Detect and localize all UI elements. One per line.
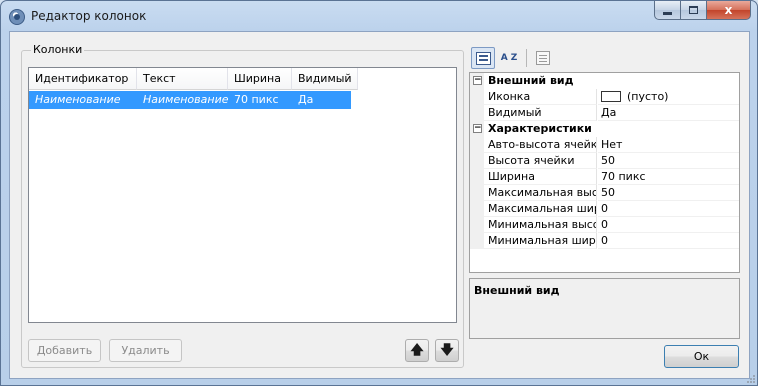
property-pages-button[interactable] bbox=[531, 47, 555, 69]
add-button[interactable]: Добавить bbox=[28, 339, 101, 362]
grid-margin bbox=[470, 105, 484, 121]
grid-margin bbox=[470, 217, 484, 233]
category-characteristics[interactable]: − Характеристики bbox=[470, 121, 739, 137]
ok-button[interactable]: Ок bbox=[664, 345, 739, 368]
property-name: Иконка bbox=[484, 89, 597, 105]
columns-list[interactable]: Идентификатор Текст Ширина Видимый Наиме… bbox=[28, 67, 457, 323]
grid-margin bbox=[470, 153, 484, 169]
column-header-width[interactable]: Ширина bbox=[228, 68, 292, 90]
property-row-max-height[interactable]: Максимальная высота 50 bbox=[470, 185, 739, 201]
arrow-up-icon: 🡅 bbox=[410, 343, 424, 358]
grid-margin bbox=[470, 137, 484, 153]
category-label: Характеристики bbox=[488, 122, 592, 135]
collapse-icon[interactable]: − bbox=[473, 124, 482, 133]
property-name: Авто-высота ячейки bbox=[484, 137, 597, 153]
property-name: Ширина bbox=[484, 169, 597, 185]
maximize-button[interactable] bbox=[681, 1, 707, 20]
grid-margin bbox=[470, 185, 484, 201]
app-icon bbox=[9, 9, 25, 25]
property-value[interactable]: Нет bbox=[598, 137, 739, 153]
property-value[interactable]: Да bbox=[598, 105, 739, 121]
property-grid-toolbar: A Z bbox=[469, 45, 749, 71]
cell-visible: Да bbox=[298, 93, 314, 106]
property-value[interactable]: 0 bbox=[598, 233, 739, 249]
cell-width: 70 пикс bbox=[234, 93, 279, 106]
property-row-auto-height[interactable]: Авто-высота ячейки Нет bbox=[470, 137, 739, 153]
grid-margin bbox=[470, 169, 484, 185]
property-row-cell-height[interactable]: Высота ячейки 50 bbox=[470, 153, 739, 169]
property-row-width[interactable]: Ширина 70 пикс bbox=[470, 169, 739, 185]
column-header-visible[interactable]: Видимый bbox=[292, 68, 358, 90]
window-title: Редактор колонок bbox=[31, 9, 147, 23]
property-value[interactable]: 50 bbox=[598, 153, 739, 169]
collapse-icon[interactable]: − bbox=[473, 76, 482, 85]
caption-buttons: x bbox=[654, 1, 751, 21]
property-value-text: (пусто) bbox=[627, 90, 669, 103]
list-header: Идентификатор Текст Ширина Видимый bbox=[29, 68, 358, 90]
property-help-panel: Внешний вид bbox=[469, 278, 740, 339]
move-up-button[interactable]: 🡅 bbox=[405, 339, 429, 362]
property-value[interactable]: (пусто) bbox=[598, 89, 739, 105]
move-down-button[interactable]: 🡇 bbox=[435, 339, 459, 362]
property-row-icon[interactable]: Иконка (пусто) bbox=[470, 89, 739, 105]
arrow-down-icon: 🡇 bbox=[440, 343, 454, 358]
minimize-button[interactable] bbox=[654, 1, 681, 20]
property-value[interactable]: 0 bbox=[598, 217, 739, 233]
category-label: Внешний вид bbox=[488, 74, 574, 87]
property-grid[interactable]: − Внешний вид Иконка (пусто) Видимый Да … bbox=[469, 72, 740, 273]
property-value[interactable]: 50 bbox=[598, 185, 739, 201]
categorized-button[interactable] bbox=[471, 47, 495, 69]
property-row-max-width[interactable]: Максимальная ширина 0 bbox=[470, 201, 739, 217]
close-button[interactable]: x bbox=[707, 1, 751, 20]
maximize-icon bbox=[689, 6, 698, 14]
column-header-text[interactable]: Текст bbox=[137, 68, 228, 90]
property-name: Максимальная высота bbox=[484, 185, 597, 201]
toolbar-separator bbox=[526, 49, 527, 67]
property-row-min-height[interactable]: Минимальная высота 0 bbox=[470, 217, 739, 233]
property-name: Высота ячейки bbox=[484, 153, 597, 169]
property-value[interactable]: 0 bbox=[598, 201, 739, 217]
property-name: Максимальная ширина bbox=[484, 201, 597, 217]
alphabetical-sort-icon: A Z bbox=[500, 52, 518, 63]
property-name: Минимальная высота bbox=[484, 217, 597, 233]
category-appearance[interactable]: − Внешний вид bbox=[470, 73, 739, 89]
columns-groupbox: Колонки Идентификатор Текст Ширина Видим… bbox=[21, 43, 464, 368]
property-name: Минимальная ширина bbox=[484, 233, 597, 249]
close-icon: x bbox=[724, 3, 733, 17]
resize-grip-icon[interactable] bbox=[745, 373, 755, 383]
alphabetical-button[interactable]: A Z bbox=[497, 47, 521, 69]
minimize-icon bbox=[663, 11, 672, 15]
cell-text: Наименование bbox=[143, 93, 228, 106]
list-row-selected[interactable]: Наименование Наименование 70 пикс Да bbox=[29, 91, 351, 109]
property-row-min-width[interactable]: Минимальная ширина 0 bbox=[470, 233, 739, 249]
grid-margin bbox=[470, 89, 484, 105]
dialog-client-area: Колонки Идентификатор Текст Ширина Видим… bbox=[9, 31, 750, 379]
empty-image-swatch bbox=[601, 91, 621, 102]
cell-id: Наименование bbox=[35, 93, 121, 106]
delete-button[interactable]: Удалить bbox=[109, 339, 182, 362]
property-name: Видимый bbox=[484, 105, 597, 121]
columns-group-title: Колонки bbox=[31, 43, 85, 56]
dialog-window: Редактор колонок x Колонки Идентификатор… bbox=[0, 0, 758, 386]
property-value[interactable]: 70 пикс bbox=[598, 169, 739, 185]
help-title: Внешний вид bbox=[474, 284, 560, 297]
property-pages-icon bbox=[536, 51, 550, 65]
grid-margin bbox=[470, 233, 484, 249]
title-bar[interactable]: Редактор колонок x bbox=[1, 1, 757, 31]
categorized-icon bbox=[475, 51, 491, 65]
grid-margin bbox=[470, 201, 484, 217]
property-row-visible[interactable]: Видимый Да bbox=[470, 105, 739, 121]
column-header-id[interactable]: Идентификатор bbox=[29, 68, 137, 90]
